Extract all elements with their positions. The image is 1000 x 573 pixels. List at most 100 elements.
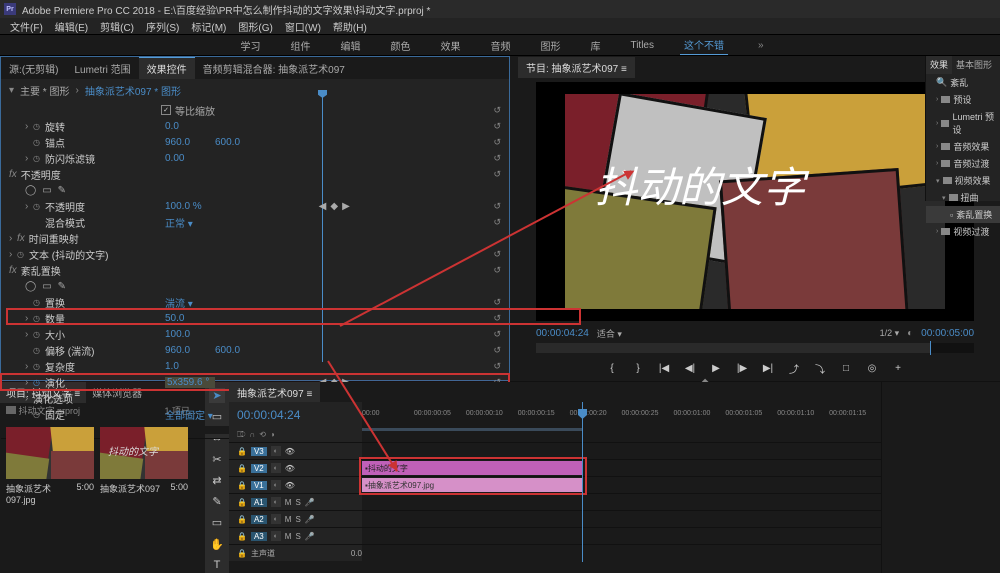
track-master[interactable] [362,544,881,561]
timeline-timecode[interactable]: 00:00:04:24 [237,408,300,422]
size-value[interactable]: 100.0 [165,329,215,340]
tab-audio-mixer[interactable]: 音频剪辑混合器: 抽象派艺术097 [195,58,353,79]
project-item[interactable]: 抖动的文字 抽象派艺术0975:00 [100,427,188,505]
tab-effect-controls[interactable]: 效果控件 [139,57,195,79]
play-button[interactable]: ▶ [707,360,725,376]
prev-keyframe-icon[interactable]: ◀ [319,201,327,212]
next-keyframe-icon[interactable]: ▶ [342,201,350,212]
ws-color[interactable]: 颜色 [386,36,414,55]
track-a1[interactable] [362,493,881,510]
menu-edit[interactable]: 编辑(E) [49,19,94,34]
effects-folder[interactable]: ›视频过渡 [926,223,1000,240]
pen-tool[interactable]: ✎ [209,494,225,509]
step-back-button[interactable]: ◀| [681,360,699,376]
track-v3[interactable] [362,442,881,459]
button-editor[interactable]: + [889,360,907,376]
stopwatch-icon[interactable]: ◷ [33,154,45,163]
time-remap-group[interactable]: › fx 时间重映射 [1,230,509,246]
program-scrubber[interactable] [536,343,974,353]
complexity-value[interactable]: 1.0 [165,361,215,372]
track-head-v2[interactable]: 🔒V2◐👁 [229,459,362,476]
uniform-scale-checkbox[interactable]: ✓ [161,105,171,115]
track-head-a1[interactable]: 🔒A1◐MS🎤 [229,493,362,510]
effects-folder[interactable]: ›Lumetri 预设 [926,108,1000,138]
stopwatch-icon[interactable]: ◷ [33,138,45,147]
tab-lumetri[interactable]: Lumetri 范围 [66,58,138,79]
stopwatch-icon[interactable]: ◷ [33,298,45,307]
clip-video[interactable]: ▪ 抽象派艺术097.jpg [362,478,582,492]
timeline-ruler[interactable]: 00:0000:00:00:0500:00:00:1000:00:00:1500… [362,402,881,442]
reset-icon[interactable]: ↺ [493,313,501,324]
stopwatch-icon[interactable]: ◷ [33,314,45,323]
rect-mask-icon[interactable]: ▭ [42,185,51,196]
track-head-v1[interactable]: 🔒V1◐👁 [229,476,362,493]
effects-folder[interactable]: ›音频过渡 [926,155,1000,172]
menu-window[interactable]: 窗口(W) [279,19,327,34]
reset-icon[interactable]: ↺ [493,361,501,372]
ws-libraries[interactable]: 库 [586,36,604,55]
reset-icon[interactable]: ↺ [493,137,501,148]
track-head-a3[interactable]: 🔒A3◐MS🎤 [229,527,362,544]
reset-icon[interactable]: ↺ [493,217,501,228]
tab-source[interactable]: 源:(无剪辑) [1,58,66,79]
menu-file[interactable]: 文件(F) [4,19,49,34]
track-head-master[interactable]: 🔒主声道0.0 [229,544,362,561]
program-tab[interactable]: 节目: 抽象派艺术097 ≡ [518,57,635,78]
fit-dropdown[interactable]: 适合 ▾ [597,327,622,340]
stopwatch-icon[interactable]: ◷ [33,330,45,339]
lift-button[interactable]: ⤴ [785,360,803,376]
displacement-dropdown[interactable]: 湍流 ▾ [165,295,215,310]
reset-icon[interactable]: ↺ [493,297,501,308]
slip-tool[interactable]: ⇄ [209,473,225,488]
opacity-value[interactable]: 100.0 % [165,201,215,212]
effect-item-turbulent[interactable]: ▫紊乱置换 [926,206,1000,223]
stopwatch-icon[interactable]: ◷ [33,410,45,419]
antiflicker-value[interactable]: 0.00 [165,153,215,164]
add-keyframe-icon[interactable]: ◆ [330,201,338,212]
reset-icon[interactable]: ↺ [493,201,501,212]
rotation-value[interactable]: 0.0 [165,121,215,132]
program-timecode[interactable]: 00:00:04:24 [536,328,589,339]
opacity-group[interactable]: fx 不透明度 ↺ [1,166,509,182]
ws-custom[interactable]: 这个不错 [680,35,728,55]
amount-value[interactable]: 50.0 [165,313,215,324]
reset-icon[interactable]: ↺ [493,345,501,356]
resolution-dropdown[interactable]: 1/2 ▾ [880,328,900,339]
playhead-icon[interactable] [318,90,327,98]
stopwatch-icon[interactable]: ◷ [33,122,45,131]
stopwatch-icon[interactable]: ◷ [33,346,45,355]
pinning-dropdown[interactable]: 全部固定 ▾ [165,407,215,422]
blend-dropdown[interactable]: 正常 ▾ [165,215,215,230]
ws-edit[interactable]: 编辑 [336,36,364,55]
track-v2[interactable]: ▪ 抖动的文字 [362,459,881,476]
sequence-tab[interactable]: 抽象派艺术097 ≡ [229,382,320,403]
effects-folder[interactable]: ›预设 [926,91,1000,108]
anchor-y-value[interactable]: 600.0 [215,137,265,148]
export-frame-button[interactable]: □ [837,360,855,376]
hand-tool[interactable]: ✋ [209,537,225,552]
ws-assembly[interactable]: 组件 [286,36,314,55]
track-a2[interactable] [362,510,881,527]
tab-essential-graphics[interactable]: 基本图形 [952,56,996,74]
mark-in-button[interactable]: { [603,360,621,376]
ellipse-mask-icon[interactable]: ◯ [25,281,36,292]
project-item[interactable]: 抽象派艺术097.jpg5:00 [6,427,94,505]
effects-folder[interactable]: ›音频效果 [926,138,1000,155]
reset-icon[interactable]: ↺ [493,153,501,164]
tab-effects[interactable]: 效果 [926,56,952,74]
menu-help[interactable]: 帮助(H) [327,19,373,34]
menu-graphics[interactable]: 图形(G) [232,19,278,34]
ellipse-mask-icon[interactable]: ◯ [25,185,36,196]
text-layer-group[interactable]: ›◷ 文本 (抖动的文字) ↺ [1,246,509,262]
effects-search[interactable]: 🔍 紊乱 [926,74,1000,91]
ws-overflow-icon[interactable]: » [758,40,764,51]
reset-icon[interactable]: ↺ [493,329,501,340]
timeline-playhead[interactable] [582,402,583,562]
track-head-a2[interactable]: 🔒A2◐MS🎤 [229,510,362,527]
offset-x-value[interactable]: 960.0 [165,345,215,356]
step-forward-button[interactable]: |▶ [733,360,751,376]
anchor-x-value[interactable]: 960.0 [165,137,215,148]
comparison-button[interactable]: ◎ [863,360,881,376]
track-v1[interactable]: ▪ 抽象派艺术097.jpg [362,476,881,493]
reset-icon[interactable]: ↺ [493,121,501,132]
